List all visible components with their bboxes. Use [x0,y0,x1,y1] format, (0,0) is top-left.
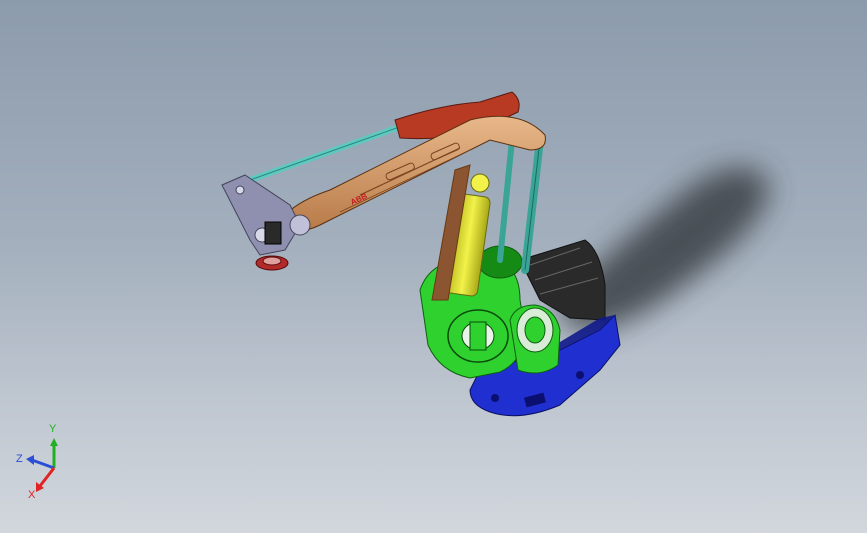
3d-viewport[interactable]: ABB Y Z X [0,0,867,533]
z-axis-arrow [31,458,55,470]
wrist-assembly[interactable] [221,174,311,256]
z-axis-label: Z [16,453,23,465]
axis-triad: Y Z X [16,423,58,501]
x-axis-arrow [38,467,56,487]
robot-model-scene[interactable]: ABB [0,0,867,533]
z-axis-arrowhead [26,455,34,465]
axis-motor[interactable] [509,304,561,374]
x-axis-label: X [28,489,36,501]
y-axis-arrowhead [50,438,58,446]
y-axis-label: Y [49,423,57,435]
tool-flange[interactable] [255,255,289,271]
